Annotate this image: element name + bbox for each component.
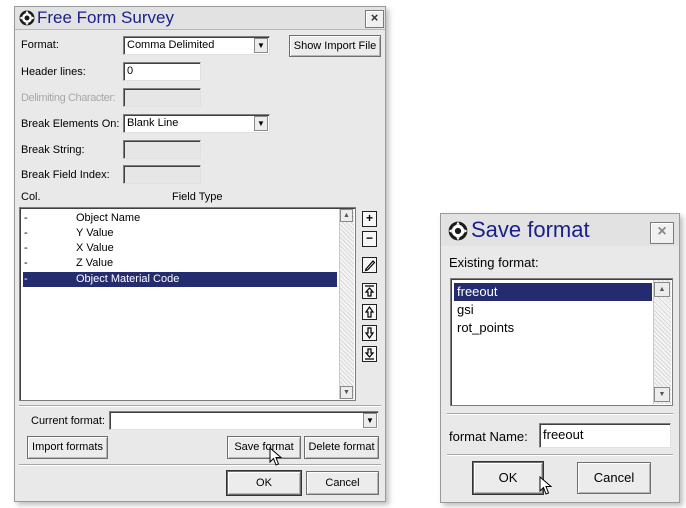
- break-elements-on-value: Blank Line: [127, 117, 179, 129]
- header-lines-label: Header lines:: [21, 66, 86, 78]
- chevron-down-icon[interactable]: ▼: [363, 413, 377, 428]
- list-item[interactable]: rot_points: [454, 319, 652, 337]
- field-col: -: [24, 212, 28, 224]
- ok-button[interactable]: OK: [473, 462, 543, 494]
- divider: [447, 454, 673, 456]
- scroll-down-icon[interactable]: ▼: [654, 387, 670, 402]
- ok-label: OK: [256, 477, 272, 489]
- scroll-up-icon[interactable]: ▲: [340, 209, 353, 222]
- cancel-button[interactable]: Cancel: [577, 462, 651, 494]
- scroll-down-icon[interactable]: ▼: [340, 386, 353, 399]
- delete-format-label: Delete format: [308, 441, 375, 453]
- mouse-cursor-icon: [539, 476, 553, 495]
- format-name-label: format Name:: [449, 429, 528, 444]
- move-up-icon[interactable]: [362, 304, 377, 320]
- field-type-column-header: Field Type: [172, 191, 223, 203]
- import-formats-button[interactable]: Import formats: [27, 436, 108, 459]
- format-label: Format:: [21, 39, 59, 51]
- cancel-label: Cancel: [325, 477, 360, 489]
- delimiting-character-input: [123, 88, 201, 107]
- scroll-up-icon[interactable]: ▲: [654, 282, 670, 297]
- vertical-scrollbar[interactable]: ▲ ▼: [653, 280, 671, 404]
- edit-icon[interactable]: [362, 257, 377, 273]
- mouse-cursor-icon: [269, 447, 283, 466]
- save-format-label: Save format: [234, 441, 294, 453]
- close-icon: ×: [370, 10, 379, 25]
- field-type: Object Material Code: [76, 273, 180, 285]
- header-lines-value: 0: [127, 65, 134, 77]
- divider: [19, 464, 381, 466]
- app-logo-icon: [19, 10, 35, 26]
- table-row[interactable]: - Z Value: [23, 256, 337, 271]
- close-button[interactable]: ×: [365, 10, 384, 28]
- format-select[interactable]: Comma Delimited ▼: [123, 36, 270, 55]
- format-name-input[interactable]: freeout: [539, 423, 671, 448]
- show-import-file-label: Show Import File: [293, 40, 377, 52]
- move-bottom-icon[interactable]: [362, 346, 377, 362]
- dialog-title: Free Form Survey: [37, 8, 174, 27]
- format-item-label: gsi: [457, 302, 474, 317]
- cancel-label: Cancel: [593, 470, 635, 485]
- delimiting-character-label: Delimiting Character:: [21, 92, 116, 104]
- format-name-value: freeout: [543, 427, 584, 442]
- ok-label: OK: [498, 470, 518, 485]
- format-item-label: rot_points: [457, 320, 515, 335]
- title-bar[interactable]: Save format ×: [441, 214, 679, 246]
- app-logo-icon: [448, 221, 468, 241]
- break-field-index-input: [123, 165, 201, 184]
- break-elements-on-select[interactable]: Blank Line ▼: [123, 114, 270, 133]
- header-lines-input[interactable]: 0: [123, 62, 201, 81]
- col-column-header: Col.: [21, 191, 41, 203]
- field-type: Y Value: [76, 227, 114, 239]
- current-format-label: Current format:: [31, 415, 105, 427]
- import-formats-label: Import formats: [32, 441, 103, 453]
- move-down-icon[interactable]: [362, 325, 377, 341]
- close-button[interactable]: ×: [650, 222, 674, 244]
- free-form-survey-dialog: Free Form Survey × Format: Comma Delimit…: [14, 6, 386, 502]
- break-string-label: Break String:: [21, 144, 85, 156]
- field-type: Z Value: [76, 257, 114, 269]
- close-icon: ×: [657, 223, 667, 240]
- show-import-file-button[interactable]: Show Import File: [289, 35, 381, 57]
- break-string-input: [123, 140, 201, 159]
- save-format-dialog: Save format × Existing format: freeout g…: [440, 213, 680, 503]
- format-item-label: freeout: [457, 284, 498, 299]
- divider: [447, 413, 673, 415]
- field-type: X Value: [76, 242, 114, 254]
- save-format-button[interactable]: Save format: [227, 436, 301, 459]
- divider: [19, 405, 381, 407]
- ok-button[interactable]: OK: [227, 471, 301, 495]
- field-col: -: [24, 273, 28, 285]
- field-col: -: [24, 227, 28, 239]
- dialog-title: Save format: [471, 217, 590, 242]
- cancel-button[interactable]: Cancel: [306, 471, 379, 495]
- table-row-selected[interactable]: - Object Material Code: [23, 272, 337, 287]
- existing-format-label: Existing format:: [449, 255, 539, 270]
- field-type: Object Name: [76, 212, 141, 224]
- break-field-index-label: Break Field Index:: [21, 169, 110, 181]
- break-elements-on-label: Break Elements On:: [21, 118, 120, 130]
- format-select-value: Comma Delimited: [127, 39, 215, 51]
- table-row[interactable]: - Y Value: [23, 226, 337, 241]
- existing-format-list[interactable]: freeout gsi rot_points ▲ ▼: [450, 278, 673, 406]
- remove-icon[interactable]: −: [362, 231, 377, 247]
- list-item[interactable]: gsi: [454, 301, 652, 319]
- delete-format-button[interactable]: Delete format: [304, 436, 379, 459]
- add-icon[interactable]: +: [362, 211, 377, 227]
- field-list[interactable]: - Object Name - Y Value - X Value - Z Va…: [19, 207, 356, 401]
- list-item-selected[interactable]: freeout: [454, 283, 652, 301]
- table-row[interactable]: - X Value: [23, 241, 337, 256]
- move-top-icon[interactable]: [362, 283, 377, 299]
- field-col: -: [24, 257, 28, 269]
- title-bar[interactable]: Free Form Survey ×: [15, 7, 385, 30]
- table-row[interactable]: - Object Name: [23, 211, 337, 226]
- field-col: -: [24, 242, 28, 254]
- chevron-down-icon[interactable]: ▼: [254, 38, 268, 53]
- chevron-down-icon[interactable]: ▼: [254, 116, 268, 131]
- current-format-select[interactable]: ▼: [109, 411, 379, 430]
- vertical-scrollbar[interactable]: ▲ ▼: [339, 209, 354, 399]
